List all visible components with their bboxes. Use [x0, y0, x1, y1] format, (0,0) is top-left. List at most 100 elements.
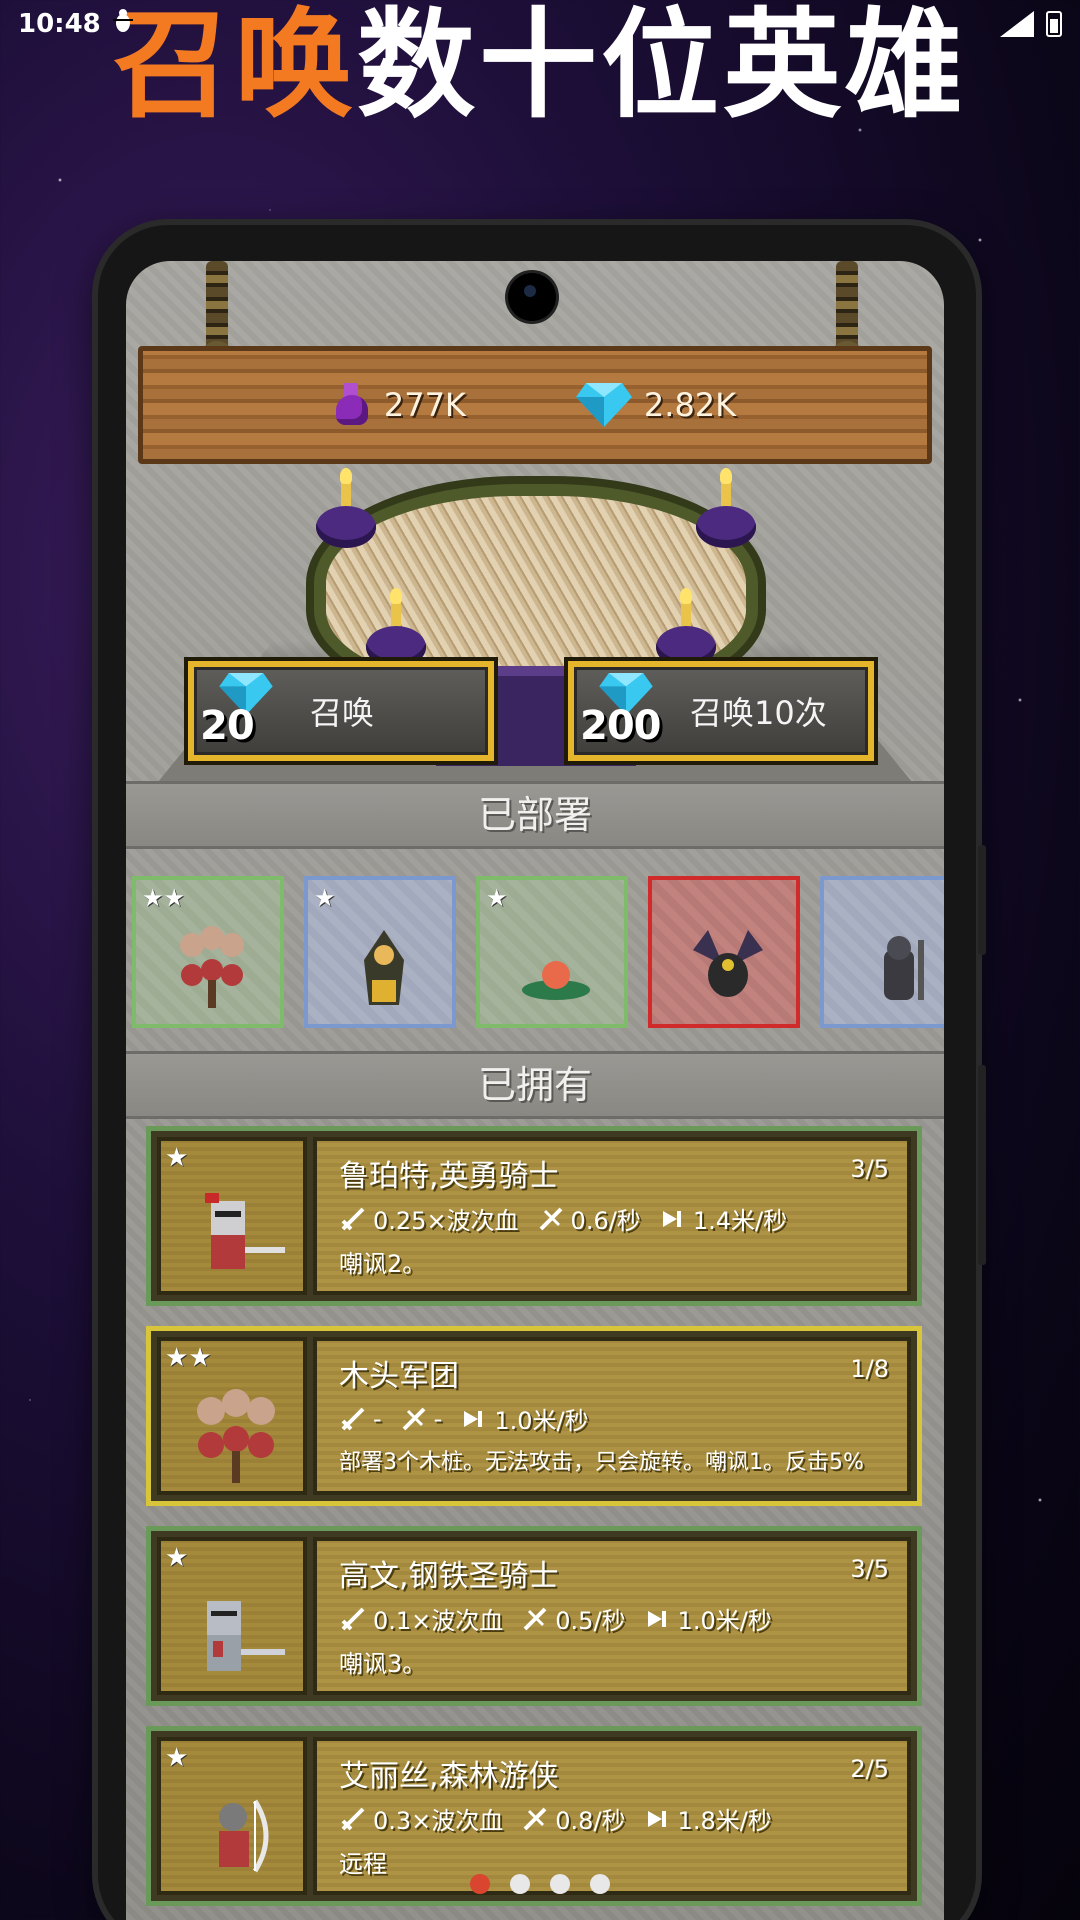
gem-icon [575, 383, 632, 427]
deployed-hero-card[interactable] [820, 876, 944, 1028]
hero-stats: - - 1.0米/秒 [339, 1401, 889, 1436]
hero-count: 2/5 [850, 1755, 889, 1783]
move-speed-icon [464, 1410, 483, 1427]
pager-dot-3[interactable] [550, 1874, 570, 1894]
star-icon: ★ [486, 884, 508, 912]
hero-portrait: ★ [157, 1537, 307, 1695]
candle-icon [316, 468, 376, 548]
attack-speed-icon [539, 1207, 562, 1230]
hero-count: 3/5 [850, 1155, 889, 1183]
hero-portrait: ★ [157, 1137, 307, 1295]
carousel-pager [0, 1874, 1080, 1894]
signal-icon [1000, 11, 1034, 37]
summon-cost: 20 [194, 667, 304, 755]
hero-card[interactable]: ★ 高文,钢铁圣骑士 3/5 0.1×波次血 0.5/秒 1.0米/秒 嘲讽3。 [146, 1526, 922, 1706]
hero-info: 艾丽丝,森林游侠 2/5 0.3×波次血 0.8/秒 1.8米/秒 远程 [313, 1737, 911, 1895]
armored-knight-sprite [884, 936, 924, 1000]
deployed-hero-card[interactable]: ★ ★ [132, 876, 284, 1028]
hero-damage: 0.1×波次血 [373, 1607, 504, 1635]
power-button [978, 1065, 986, 1265]
paladin-sprite [207, 1601, 285, 1671]
hero-card[interactable]: ★ 鲁珀特,英勇骑士 3/5 0.25×波次血 0.6/秒 1.4米/秒 嘲讽2… [146, 1126, 922, 1306]
game-screen: 277K 2.82K 20 召唤 200 召唤10次 已部署 ★ ★ ★ ★ 已… [126, 261, 944, 1920]
hero-card[interactable]: ★ ★ 木头军团 1/8 - - 1.0米/秒 部署3个木桩。无法攻击，只会旋转。… [146, 1326, 922, 1506]
hero-move-speed: 1.0米/秒 [494, 1407, 589, 1435]
star-icon: ★ [142, 884, 164, 912]
hero-attack-speed: 0.5/秒 [555, 1607, 626, 1635]
hero-stats: 0.25×波次血 0.6/秒 1.4米/秒 [339, 1201, 889, 1236]
summon-cost-value: 200 [580, 703, 661, 749]
currency-sign: 277K 2.82K [138, 346, 932, 464]
summon-ten-button[interactable]: 200 召唤10次 [568, 661, 874, 761]
hero-description: 嘲讽2。 [339, 1250, 427, 1278]
hero-name: 艾丽丝,森林游侠 [339, 1759, 559, 1794]
sword-icon [341, 1807, 365, 1830]
bug-icon [111, 8, 135, 40]
hero-name: 木头军团 [339, 1359, 459, 1394]
knight-sprite [205, 1193, 285, 1269]
hero-name: 鲁珀特,英勇骑士 [339, 1159, 559, 1194]
status-bar: 10:48 [0, 0, 1080, 48]
hero-move-speed: 1.4米/秒 [692, 1207, 788, 1235]
deployed-section-header: 已部署 [126, 781, 944, 849]
deployed-hero-card[interactable] [648, 876, 800, 1028]
candle-icon [696, 468, 756, 548]
hero-damage: 0.3×波次血 [373, 1807, 504, 1835]
hero-name: 高文,钢铁圣骑士 [339, 1559, 559, 1594]
status-icons [1000, 11, 1062, 37]
star-icon: ★ [314, 884, 336, 912]
pager-dot-4[interactable] [590, 1874, 610, 1894]
hero-portrait: ★ [157, 1737, 307, 1895]
front-camera [508, 273, 556, 321]
hero-attack-speed: 0.6/秒 [570, 1207, 641, 1235]
summon-label: 召唤 [310, 694, 375, 732]
pager-dot-2[interactable] [510, 1874, 530, 1894]
volume-button [978, 845, 986, 955]
potion-amount: 277K [383, 386, 466, 424]
hero-info: 木头军团 1/8 - - 1.0米/秒 部署3个木桩。无法攻击，只会旋转。嘲讽1… [313, 1337, 911, 1495]
sword-icon [341, 1407, 365, 1430]
deployed-hero-card[interactable]: ★ [304, 876, 456, 1028]
hero-info: 鲁珀特,英勇骑士 3/5 0.25×波次血 0.6/秒 1.4米/秒 嘲讽2。 [313, 1137, 911, 1295]
hero-count: 3/5 [850, 1555, 889, 1583]
move-speed-icon [662, 1210, 681, 1227]
potion-icon [334, 383, 372, 427]
potion-currency: 277K [334, 383, 466, 427]
hero-portrait: ★ ★ [157, 1337, 307, 1495]
move-speed-icon [647, 1810, 666, 1827]
deployed-hero-row[interactable]: ★ ★ ★ ★ [132, 876, 944, 1032]
summon-once-button[interactable]: 20 召唤 [188, 661, 494, 761]
summon-cost-value: 20 [200, 703, 255, 749]
sword-icon [341, 1607, 365, 1630]
pager-dot-1[interactable] [470, 1874, 490, 1894]
deployed-hero-card[interactable]: ★ [476, 876, 628, 1028]
gem-amount: 2.82K [643, 386, 737, 424]
battery-icon [1046, 11, 1062, 37]
hero-move-speed: 1.0米/秒 [677, 1607, 772, 1635]
sword-icon [341, 1207, 365, 1230]
hero-damage: 0.25×波次血 [373, 1207, 519, 1235]
gem-currency: 2.82K [575, 383, 737, 427]
ranger-sprite [364, 930, 404, 1005]
attack-speed-icon [523, 1807, 547, 1830]
hero-damage: - [373, 1404, 382, 1433]
phone-frame: 277K 2.82K 20 召唤 200 召唤10次 已部署 ★ ★ ★ ★ 已… [98, 225, 986, 1920]
dragon-sprite [693, 930, 763, 997]
hero-stats: 0.1×波次血 0.5/秒 1.0米/秒 [339, 1601, 889, 1636]
move-speed-icon [647, 1610, 666, 1627]
hero-move-speed: 1.8米/秒 [677, 1807, 772, 1835]
hero-stats: 0.3×波次血 0.8/秒 1.8米/秒 [339, 1801, 889, 1836]
summon-cost: 200 [574, 667, 684, 755]
owned-section-header: 已拥有 [126, 1051, 944, 1119]
hero-description: 部署3个木桩。无法攻击，只会旋转。嘲讽1。反击5% [339, 1450, 864, 1475]
status-time: 10:48 [18, 9, 101, 39]
attack-speed-icon [402, 1407, 426, 1430]
hero-info: 高文,钢铁圣骑士 3/5 0.1×波次血 0.5/秒 1.0米/秒 嘲讽3。 [313, 1537, 911, 1695]
attack-speed-icon [523, 1607, 547, 1630]
wood-army-sprite [180, 926, 244, 1008]
hero-description: 嘲讽3。 [339, 1650, 427, 1678]
slime-sprite [522, 961, 590, 1000]
wood-army-sprite [197, 1389, 275, 1483]
hero-count: 1/8 [850, 1355, 889, 1383]
summon-label: 召唤10次 [690, 694, 827, 732]
